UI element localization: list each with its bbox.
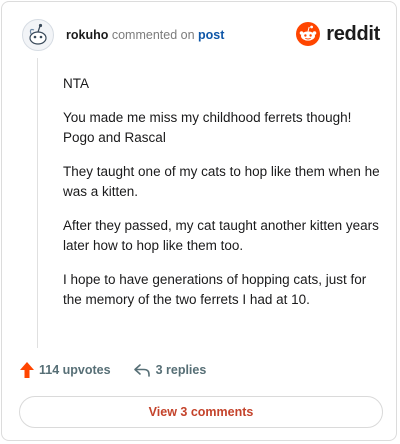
- comment-paragraph: I hope to have generations of hopping ca…: [63, 272, 367, 307]
- post-link[interactable]: post: [198, 28, 224, 42]
- comment-paragraph: NTA: [63, 76, 89, 91]
- avatar[interactable]: [22, 19, 54, 51]
- view-comments-button[interactable]: View 3 comments: [19, 396, 383, 428]
- snoo-avatar-icon: [29, 23, 47, 45]
- comment-verb: commented on: [111, 28, 195, 42]
- view-comments-label: View 3 comments: [148, 405, 254, 419]
- comment-meta: rokuho commented on post: [66, 28, 224, 42]
- reply-arrow-icon: [133, 364, 150, 377]
- comment-actions: 114 upvotes 3 replies: [20, 362, 228, 378]
- author-username[interactable]: rokuho: [66, 28, 108, 42]
- thread-line: [37, 58, 38, 348]
- comment-paragraph: After they passed, my cat taught another…: [63, 218, 379, 253]
- reddit-brand[interactable]: reddit: [296, 22, 380, 46]
- reddit-snoo-icon: [296, 22, 321, 46]
- upvote-count: 114 upvotes: [39, 363, 111, 377]
- upvote-button[interactable]: 114 upvotes: [20, 362, 111, 378]
- comment-paragraph: They taught one of my cats to hop like t…: [63, 164, 380, 199]
- replies-count: 3 replies: [155, 363, 207, 377]
- upvote-arrow-icon: [20, 362, 34, 378]
- comment-body: NTA You made me miss my childhood ferret…: [63, 74, 383, 324]
- comment-paragraph: You made me miss my childhood ferrets th…: [63, 110, 352, 145]
- replies-button[interactable]: 3 replies: [133, 363, 207, 377]
- brand-wordmark: reddit: [326, 22, 380, 45]
- comment-header: rokuho commented on post: [22, 19, 224, 51]
- comment-card: rokuho commented on post reddit NTA You …: [1, 1, 397, 441]
